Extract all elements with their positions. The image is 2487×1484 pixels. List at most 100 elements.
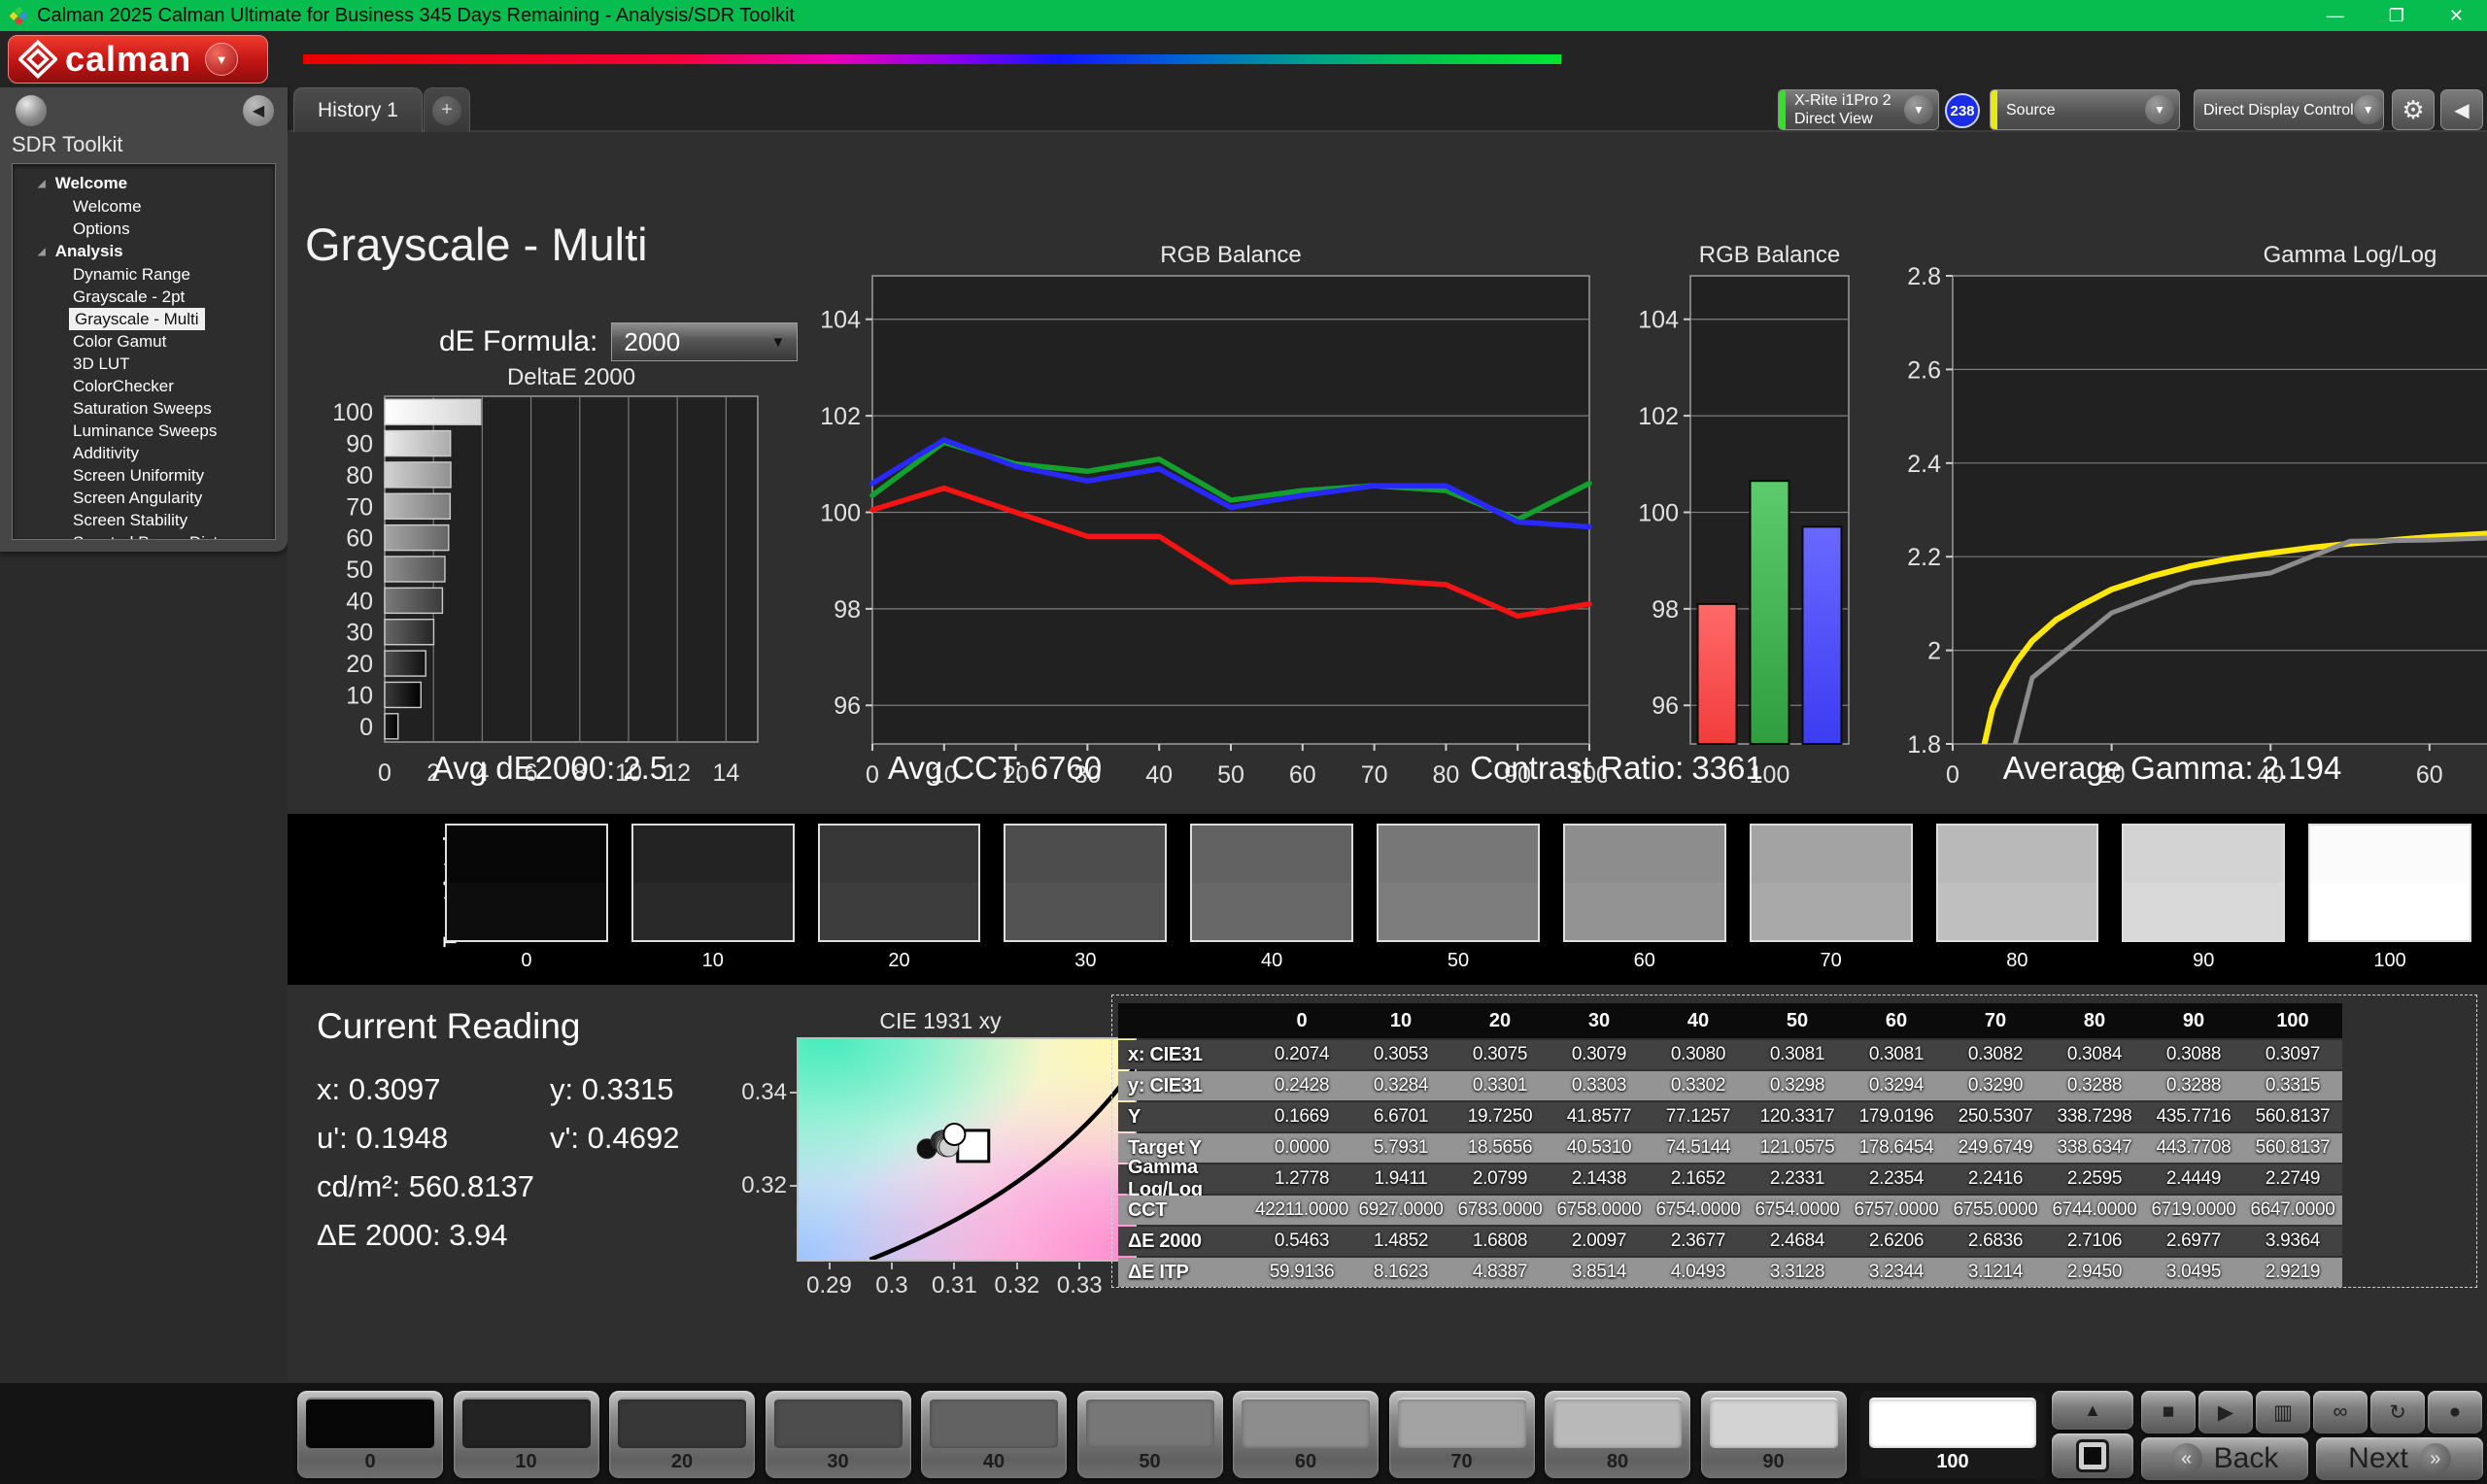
sidebar-item-color-gamut[interactable]: Color Gamut (73, 330, 275, 353)
table-cell: 3.3128 (1748, 1258, 1847, 1287)
rgb-balance-line-chart: RGB Balance 96 98 100 102 104 0 10 20 30 40 50 60 70 8… (820, 241, 1610, 807)
window-pattern-icon (2076, 1439, 2109, 1472)
table-column-header: 80 (2045, 1003, 2144, 1038)
sidebar-item-luminance-sweeps[interactable]: Luminance Sweeps (73, 420, 275, 442)
svg-text:98: 98 (834, 596, 861, 624)
grayscale-swatch-40: 40 (1190, 824, 1354, 972)
sidebar-item-screen-stability[interactable]: Screen Stability (73, 509, 275, 531)
page-title: Grayscale - Multi (305, 219, 648, 270)
sidebar-item-screen-angularity[interactable]: Screen Angularity (73, 487, 275, 509)
table-cell: 0.3097 (2243, 1040, 2342, 1069)
meter-count-badge[interactable]: 238 (1945, 93, 1980, 128)
meter-dropdown[interactable]: X-Rite i1Pro 2 Direct View ▼ (1778, 89, 1939, 130)
display-control-dropdown[interactable]: Direct Display Control ▼ (2194, 89, 2384, 130)
sidebar-item-dynamic-range[interactable]: Dynamic Range (73, 263, 275, 286)
histogram-button[interactable]: ▥ (2256, 1391, 2310, 1433)
grayscale-swatch-70: 70 (1749, 824, 1913, 972)
play-button[interactable]: ▶ (2198, 1391, 2253, 1433)
settings-button[interactable]: ⚙ (2392, 89, 2435, 130)
sidebar-item-screen-uniformity[interactable]: Screen Uniformity (73, 464, 275, 487)
table-column-header: 60 (1847, 1003, 1946, 1038)
sidebar-item-additivity[interactable]: Additivity (73, 442, 275, 464)
pattern-window-toggle-button[interactable] (2052, 1433, 2133, 1478)
table-cell: 2.9450 (2045, 1258, 2144, 1287)
refresh-button[interactable]: ↻ (2370, 1391, 2425, 1433)
svg-text:RGB Balance: RGB Balance (1699, 242, 1840, 268)
de-formula-select[interactable]: 2000 ▼ (611, 322, 799, 361)
table-cell: 77.1257 (1649, 1102, 1748, 1131)
loop-button[interactable]: ∞ (2313, 1391, 2368, 1433)
next-button[interactable]: Next » (2316, 1437, 2483, 1480)
table-row-label: ΔE 2000 (1118, 1227, 1252, 1256)
minimize-icon[interactable]: — (2327, 6, 2344, 26)
table-cell: 0.3084 (2045, 1040, 2144, 1069)
deltae-bar-chart: DeltaE 2000 0 2 4 6 8 10 12 14 0 10 20 30 40 50 60 70 80 9… (305, 363, 773, 807)
expander-icon: ◢ (38, 246, 46, 257)
pattern-button-70[interactable]: 70 (1388, 1391, 1535, 1478)
pattern-button-100[interactable]: 100 (1860, 1391, 2045, 1478)
pattern-button-40[interactable]: 40 (921, 1391, 1067, 1478)
back-button[interactable]: « Back (2141, 1437, 2308, 1480)
pattern-button-80[interactable]: 80 (1545, 1391, 1690, 1478)
sidebar-group-welcome[interactable]: ◢ Welcome (13, 172, 275, 195)
sidebar-item-grayscale-multi[interactable]: Grayscale - Multi (69, 308, 205, 330)
collapse-panel-button[interactable]: ◀ (2440, 89, 2483, 130)
table-cell: 2.1438 (1550, 1164, 1649, 1194)
svg-text:104: 104 (1638, 307, 1679, 334)
de-formula-label: dE Formula: (439, 325, 598, 357)
tab-history-1[interactable]: History 1 (293, 87, 423, 132)
sidebar-item-spectral-power-dist[interactable]: Spectral Power Dist. (73, 531, 275, 539)
sidebar-collapse-button[interactable]: ◀ (243, 95, 274, 126)
table-cell: 1.9411 (1351, 1164, 1450, 1194)
grayscale-swatch-80: 80 (1935, 824, 2099, 972)
sidebar-sphere-button[interactable] (16, 95, 47, 126)
svg-text:50: 50 (1217, 761, 1244, 789)
record-icon: ● (2448, 1400, 2462, 1423)
gamma-log-chart: Gamma Log/Log1.822.22.42.62.802040608010… (1896, 241, 2487, 807)
table-cell: 5.7931 (1351, 1133, 1450, 1163)
sidebar-item-welcome[interactable]: Welcome (73, 195, 275, 218)
grayscale-swatch-0: 0 (445, 824, 608, 972)
sidebar-item-colorchecker[interactable]: ColorChecker (73, 375, 275, 397)
table-cell: 6754.0000 (1649, 1196, 1748, 1225)
table-cell: 3.1214 (1946, 1258, 2045, 1287)
stop-button[interactable]: ■ (2141, 1391, 2196, 1433)
table-cell: 178.6454 (1847, 1133, 1946, 1163)
pattern-button-90[interactable]: 90 (1700, 1391, 1847, 1478)
source-dropdown[interactable]: Source ▼ (1990, 89, 2180, 130)
svg-text:30: 30 (346, 620, 373, 647)
pattern-button-10[interactable]: 10 (453, 1391, 599, 1478)
table-cell: 0.3298 (1748, 1071, 1847, 1100)
svg-text:10: 10 (346, 682, 373, 709)
calman-logo-button[interactable]: calman ▼ (8, 35, 268, 84)
svg-text:2.2: 2.2 (1907, 544, 1941, 571)
table-cell: 6719.0000 (2144, 1196, 2243, 1225)
pattern-button-30[interactable]: 30 (765, 1391, 911, 1478)
add-tab-button[interactable]: + (424, 87, 470, 132)
close-icon[interactable]: ✕ (2449, 6, 2464, 26)
sidebar-item-3d-lut[interactable]: 3D LUT (73, 353, 275, 375)
svg-text:1.8: 1.8 (1907, 731, 1941, 759)
maximize-icon[interactable]: ❐ (2389, 6, 2404, 26)
pattern-button-20[interactable]: 20 (609, 1391, 755, 1478)
cie-y-tick-label: 0.34 (741, 1079, 787, 1106)
chevron-left-icon: ◀ (252, 103, 265, 119)
sidebar-item-grayscale-2pt[interactable]: Grayscale - 2pt (73, 286, 275, 308)
cie-x-tick-label: 0.29 (806, 1272, 852, 1298)
table-cell: 0.0000 (1252, 1133, 1351, 1163)
logo-dropdown-arrow-icon[interactable]: ▼ (205, 43, 239, 76)
chevron-down-icon: ▼ (770, 333, 786, 351)
svg-text:2: 2 (1927, 638, 1941, 665)
pattern-page-up-button[interactable]: ▲ (2052, 1391, 2133, 1430)
pattern-button-60[interactable]: 60 (1233, 1391, 1379, 1478)
arrow-up-icon: ▲ (2084, 1400, 2101, 1420)
pattern-button-0[interactable]: 0 (297, 1391, 443, 1478)
table-cell: 2.6977 (2144, 1227, 2243, 1256)
pattern-button-50[interactable]: 50 (1076, 1391, 1223, 1478)
sidebar-item-saturation-sweeps[interactable]: Saturation Sweeps (73, 397, 275, 420)
record-button[interactable]: ● (2428, 1391, 2482, 1433)
sidebar-group-analysis[interactable]: ◢ Analysis (13, 240, 275, 263)
table-cell: 250.5307 (1946, 1102, 2045, 1131)
table-cell: 8.1623 (1351, 1258, 1450, 1287)
sidebar-item-options[interactable]: Options (73, 218, 275, 240)
